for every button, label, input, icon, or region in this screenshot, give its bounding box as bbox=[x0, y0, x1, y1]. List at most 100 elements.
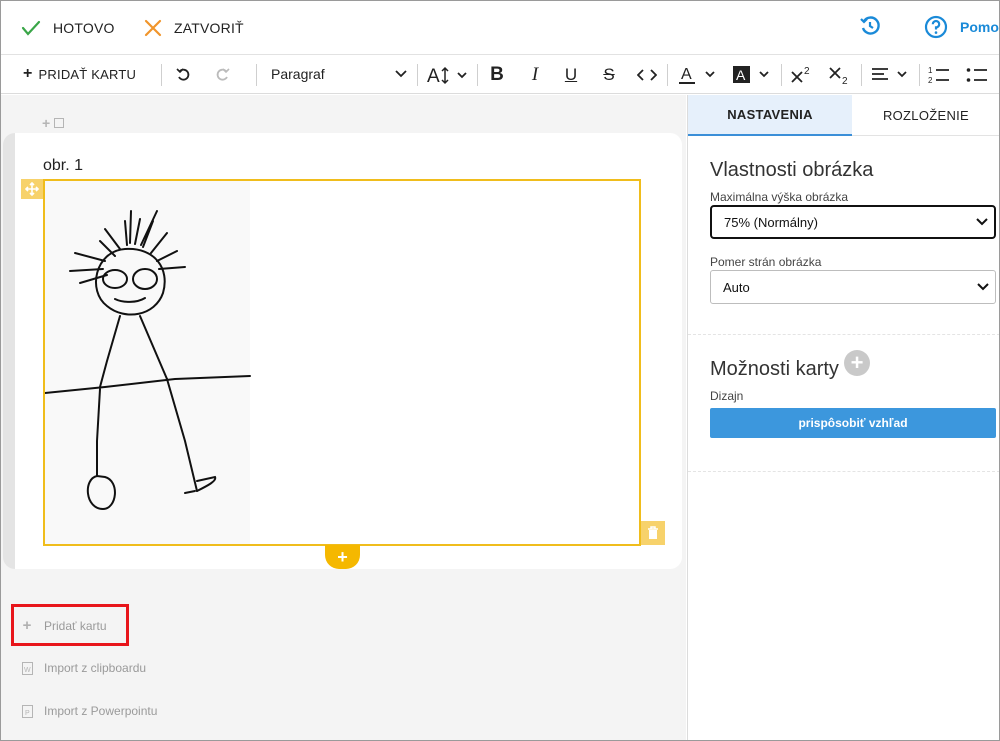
align-button[interactable] bbox=[869, 56, 913, 94]
bullet-list-icon bbox=[966, 68, 987, 82]
svg-text:2: 2 bbox=[928, 76, 933, 85]
max-height-label: Maximálna výška obrázka bbox=[710, 190, 849, 204]
plus-icon: + bbox=[42, 115, 51, 131]
font-color-button[interactable]: A bbox=[677, 56, 721, 94]
code-icon bbox=[637, 69, 657, 81]
svg-text:A: A bbox=[681, 66, 692, 83]
add-block-control[interactable]: + bbox=[42, 115, 65, 131]
editor-area: + obr. 1 + + Pridať kartu W Import z cli… bbox=[1, 95, 686, 740]
toolbar-divider bbox=[781, 64, 782, 86]
undo-button[interactable] bbox=[173, 56, 193, 94]
card-title[interactable]: obr. 1 bbox=[43, 157, 83, 175]
image-frame[interactable] bbox=[43, 179, 641, 546]
app-window: HOTOVO ZATVORIŤ Pomo + PRIDAŤ KARTU Para… bbox=[0, 0, 1000, 741]
panel-tabs: NASTAVENIA ROZLOŽENIE bbox=[688, 95, 999, 136]
section-divider bbox=[688, 334, 999, 335]
tab-settings[interactable]: NASTAVENIA bbox=[688, 95, 852, 136]
toolbar-divider bbox=[667, 64, 668, 86]
ordered-list-button[interactable]: 12 bbox=[927, 56, 951, 94]
done-label: HOTOVO bbox=[53, 20, 115, 36]
bold-button[interactable]: B bbox=[485, 56, 509, 94]
font-size-icon: A bbox=[427, 66, 467, 85]
toolbar-divider bbox=[861, 64, 862, 86]
add-option-button[interactable]: + bbox=[844, 350, 870, 376]
code-button[interactable] bbox=[635, 56, 659, 94]
help-icon bbox=[924, 15, 948, 39]
aspect-ratio-label: Pomer strán obrázka bbox=[710, 255, 822, 269]
card-options-title: Možnosti karty bbox=[710, 358, 839, 380]
import-clipboard-link[interactable]: W Import z clipboardu bbox=[19, 661, 146, 675]
customize-appearance-button[interactable]: prispôsobiť vzhľad bbox=[710, 408, 996, 438]
paragraph-style-select[interactable]: Paragraf bbox=[271, 56, 407, 92]
svg-text:A: A bbox=[427, 66, 440, 85]
add-block-below-button[interactable]: + bbox=[325, 545, 360, 569]
underline-button[interactable]: U bbox=[559, 56, 583, 94]
check-icon bbox=[21, 20, 41, 36]
add-card-link[interactable]: + Pridať kartu bbox=[19, 617, 107, 634]
strikethrough-button[interactable]: S bbox=[597, 56, 621, 94]
tab-layout[interactable]: ROZLOŽENIE bbox=[852, 95, 999, 136]
delete-block-button[interactable] bbox=[641, 521, 665, 545]
plus-icon: + bbox=[23, 65, 33, 82]
italic-button[interactable]: I bbox=[523, 56, 547, 94]
chevron-down-icon bbox=[976, 218, 988, 226]
formatting-toolbar: + PRIDAŤ KARTU Paragraf A B I U S A A 2 … bbox=[1, 56, 999, 94]
history-icon bbox=[860, 16, 880, 35]
trash-icon bbox=[648, 526, 658, 539]
underline-icon: U bbox=[564, 65, 578, 84]
plus-icon: + bbox=[850, 350, 864, 375]
svg-text:2: 2 bbox=[842, 76, 848, 85]
superscript-icon: 2 bbox=[791, 66, 810, 83]
aspect-ratio-value: Auto bbox=[723, 279, 750, 295]
highlight-color-button[interactable]: A bbox=[731, 56, 775, 94]
settings-panel: NASTAVENIA ROZLOŽENIE Vlastnosti obrázka… bbox=[687, 95, 999, 740]
svg-text:A: A bbox=[736, 67, 746, 83]
plus-icon: + bbox=[337, 546, 348, 567]
add-card-label: PRIDAŤ KARTU bbox=[38, 66, 137, 82]
highlight-color-icon: A bbox=[733, 66, 769, 83]
svg-text:P: P bbox=[25, 710, 30, 717]
font-color-icon: A bbox=[679, 66, 715, 84]
section-divider bbox=[688, 471, 999, 472]
svg-text:1: 1 bbox=[928, 66, 933, 75]
plus-icon: + bbox=[22, 617, 32, 634]
add-card-link-label: Pridať kartu bbox=[44, 618, 107, 633]
image-properties-title: Vlastnosti obrázka bbox=[710, 159, 874, 181]
max-height-select[interactable]: 75% (Normálny) bbox=[710, 205, 996, 239]
done-button[interactable]: HOTOVO bbox=[21, 15, 115, 41]
import-clipboard-label: Import z clipboardu bbox=[44, 661, 147, 675]
svg-text:2: 2 bbox=[804, 66, 810, 77]
strikethrough-icon: S bbox=[603, 65, 615, 84]
close-button[interactable]: ZATVORIŤ bbox=[144, 15, 244, 41]
square-icon bbox=[54, 118, 65, 128]
align-icon bbox=[872, 68, 907, 80]
paragraph-style-value: Paragraf bbox=[271, 66, 325, 82]
import-powerpoint-label: Import z Powerpointu bbox=[44, 704, 158, 718]
bullet-list-button[interactable] bbox=[965, 56, 989, 94]
toolbar-divider bbox=[161, 64, 162, 86]
subscript-icon: 2 bbox=[829, 67, 848, 85]
font-size-button[interactable]: A bbox=[427, 56, 471, 94]
redo-icon bbox=[216, 68, 230, 81]
undo-icon bbox=[176, 68, 190, 81]
powerpoint-doc-icon: P bbox=[19, 704, 35, 718]
help-button[interactable]: Pomo bbox=[924, 15, 999, 39]
add-card-button[interactable]: + PRIDAŤ KARTU bbox=[23, 56, 136, 92]
svg-text:W: W bbox=[24, 667, 31, 674]
move-handle[interactable] bbox=[21, 179, 43, 199]
design-label: Dizajn bbox=[710, 389, 744, 403]
superscript-button[interactable]: 2 bbox=[789, 56, 815, 94]
max-height-value: 75% (Normálny) bbox=[724, 214, 818, 230]
redo-button[interactable] bbox=[213, 56, 233, 94]
word-doc-icon: W bbox=[19, 661, 35, 675]
history-button[interactable] bbox=[859, 15, 881, 37]
aspect-ratio-select[interactable]: Auto bbox=[710, 270, 996, 304]
chevron-down-icon bbox=[395, 70, 407, 78]
toolbar-divider bbox=[256, 64, 257, 86]
subscript-button[interactable]: 2 bbox=[827, 56, 853, 94]
toolbar-divider bbox=[417, 64, 418, 86]
top-bar: HOTOVO ZATVORIŤ Pomo bbox=[1, 1, 999, 55]
import-powerpoint-link[interactable]: P Import z Powerpointu bbox=[19, 704, 157, 718]
toolbar-divider bbox=[919, 64, 920, 86]
close-label: ZATVORIŤ bbox=[174, 20, 244, 36]
